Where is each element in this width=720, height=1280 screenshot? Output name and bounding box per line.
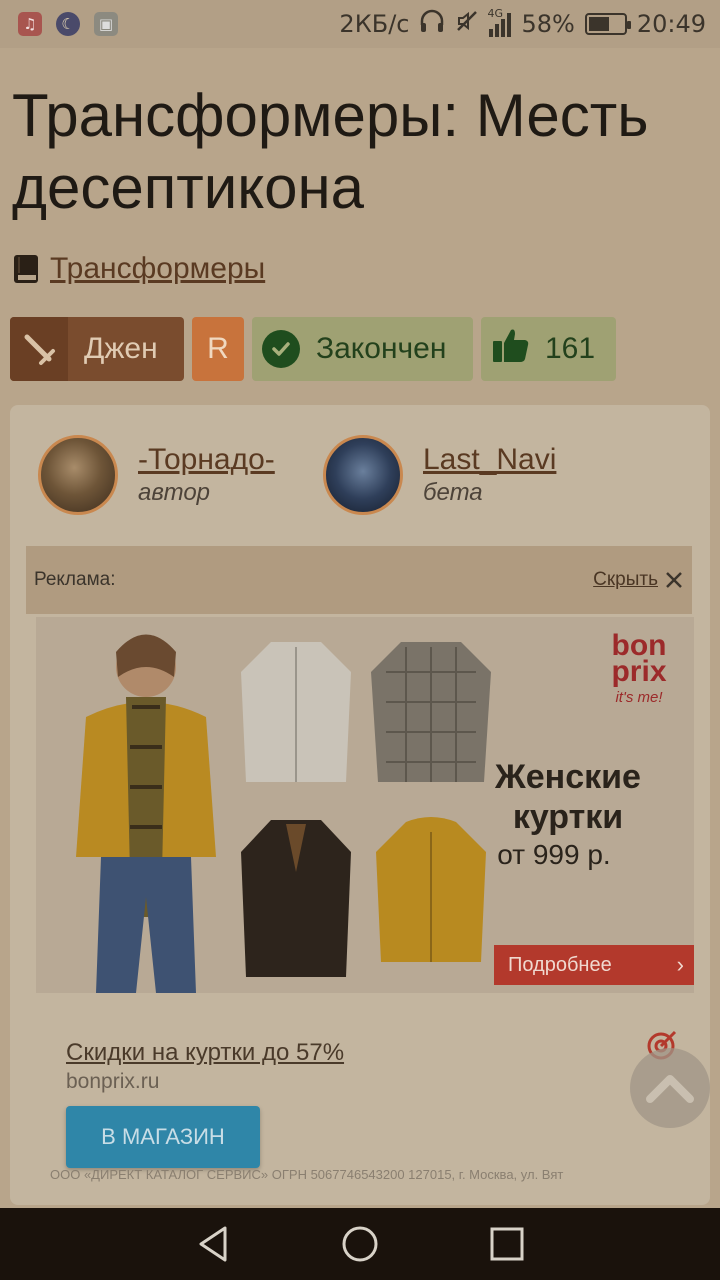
author-avatar[interactable] — [38, 435, 118, 515]
direction-label: Джен — [84, 332, 158, 365]
check-icon — [262, 330, 300, 368]
chevron-right-icon: › — [676, 952, 684, 977]
clock: 20:49 — [636, 10, 706, 38]
back-button[interactable] — [191, 1222, 235, 1266]
sword-icon — [10, 317, 68, 381]
battery-percent: 58% — [521, 10, 575, 38]
likes-badge[interactable]: 161 — [481, 317, 616, 381]
gallery-app-icon: ▣ — [94, 12, 118, 36]
music-app-icon: ♫ — [18, 12, 42, 36]
rating-badge[interactable]: R — [192, 317, 244, 381]
signal-icon: 4G — [487, 7, 512, 37]
ad-domain: bonprix.ru — [66, 1070, 160, 1093]
recents-button[interactable] — [485, 1222, 529, 1266]
mute-icon — [455, 9, 479, 39]
brand-tagline: it's me! — [615, 689, 663, 706]
ad-header: Реклама: Скрыть — [26, 546, 692, 614]
close-icon — [666, 572, 682, 588]
chevron-up-icon — [646, 1075, 694, 1103]
fandom-row[interactable]: Трансформеры — [12, 252, 265, 286]
direction-badge[interactable]: Джен — [10, 317, 184, 381]
home-button[interactable] — [338, 1222, 382, 1266]
yellow-jacket-image — [376, 817, 486, 962]
status-indicators: 2КБ/с 4G 58% 20:49 — [339, 7, 706, 39]
book-icon — [12, 253, 40, 285]
beta-avatar[interactable] — [323, 435, 403, 515]
beta-role: бета — [423, 479, 483, 506]
ad-link[interactable]: Скидки на куртки до 57% — [66, 1039, 344, 1067]
beta-name[interactable]: Last_Navi — [423, 443, 556, 477]
ad-hide-button[interactable]: Скрыть — [593, 569, 684, 591]
headphones-icon — [419, 9, 445, 39]
author-block[interactable]: -Торнадо- автор — [38, 435, 275, 515]
ad-hide-label: Скрыть — [593, 569, 658, 590]
author-role: автор — [138, 479, 211, 506]
signal-type: 4G — [487, 7, 504, 20]
status-app-icons: ♫ ☾ ▣ — [18, 12, 118, 36]
status-bar: ♫ ☾ ▣ 2КБ/с 4G 58% 20:49 — [0, 0, 720, 48]
promo-more-label: Подробнее — [508, 953, 612, 976]
status-label: Закончен — [316, 332, 447, 365]
fandom-link[interactable]: Трансформеры — [50, 252, 265, 286]
promo-price: от 999 р. — [497, 839, 611, 870]
brand-logo: bon prix it's me! — [594, 631, 684, 711]
beta-block[interactable]: Last_Navi бета — [323, 435, 556, 515]
thumbs-up-icon — [491, 326, 531, 372]
model-image — [76, 634, 216, 993]
ad-label: Реклама: — [34, 569, 116, 590]
recents-icon — [490, 1227, 524, 1261]
ad-body: bon prix it's me! Женские куртки от 999 … — [26, 614, 694, 1174]
system-nav-bar — [0, 1208, 720, 1280]
promo-headline: Женские куртки — [495, 758, 641, 836]
brand-name: bon prix — [611, 629, 667, 688]
ad-legal-text: ООО «ДИРЕКТ КАТАЛОГ СЕРВИС» ОГРН 5067746… — [50, 1167, 564, 1182]
leather-jacket-image — [241, 820, 351, 977]
author-name[interactable]: -Торнадо- — [138, 443, 275, 477]
likes-count: 161 — [545, 332, 596, 365]
story-title: Трансформеры: Месть десептикона — [12, 82, 649, 221]
status-badge[interactable]: Закончен — [252, 317, 473, 381]
ad-banner[interactable]: bon prix it's me! Женские куртки от 999 … — [36, 617, 694, 993]
back-icon — [199, 1226, 227, 1262]
white-jacket-image — [241, 642, 351, 782]
promo-more-button[interactable]: Подробнее › — [494, 945, 694, 985]
home-icon — [342, 1226, 378, 1262]
battery-icon — [584, 13, 631, 35]
shop-button[interactable]: В МАГАЗИН — [66, 1106, 260, 1168]
story-info-card: -Торнадо- автор Last_Navi бета Реклама: … — [10, 405, 710, 1205]
net-speed: 2КБ/с — [339, 10, 410, 38]
moon-app-icon: ☾ — [56, 12, 80, 36]
scroll-top-button[interactable] — [630, 1048, 710, 1128]
story-badges: Джен R Закончен 161 — [10, 317, 616, 381]
